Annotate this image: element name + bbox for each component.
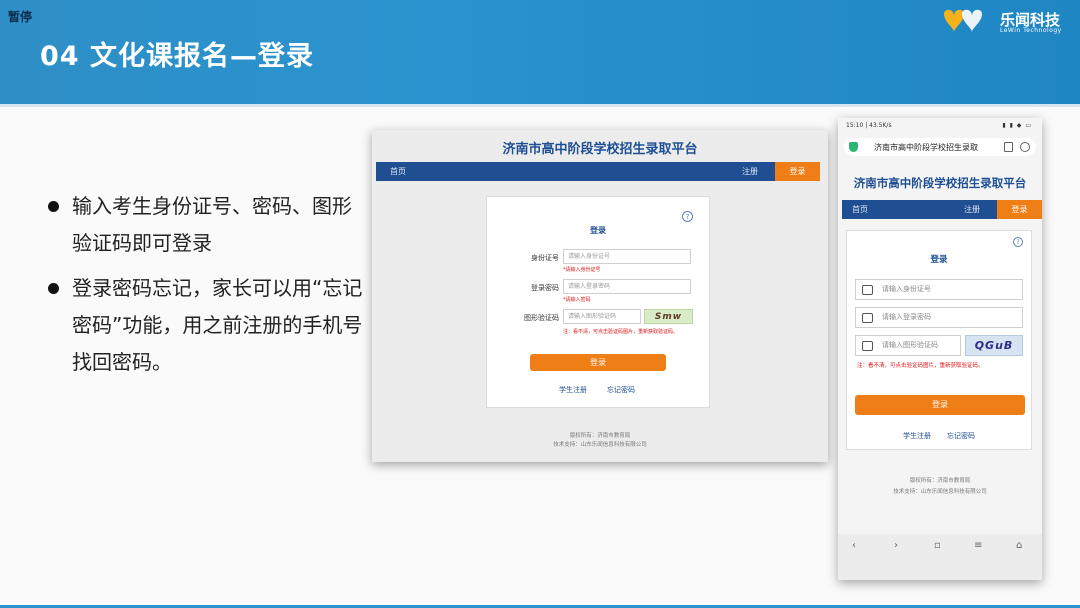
student-register-link[interactable]: 学生注册 — [903, 431, 931, 441]
password-row: 登录密码 请输入登录密码 *请输入密码 — [487, 279, 709, 303]
company-logo: 乐闻科技 LeWin Technology — [940, 8, 1070, 38]
password-placeholder: 请输入登录密码 — [882, 313, 931, 321]
home-icon[interactable]: ⌂ — [1016, 540, 1022, 551]
mobile-footer: 版权所有：济南市教育局 技术支持：山东乐闻信息科技有限公司 — [838, 476, 1042, 498]
bullet-text: 输入考生身份证号、密码、图形验证码即可登录 — [72, 194, 352, 255]
login-button[interactable]: 登录 — [855, 395, 1025, 415]
nav-register[interactable]: 注册 — [964, 204, 980, 215]
captcha-image[interactable]: Smw — [644, 309, 693, 324]
captcha-note: 注：看不清，可点击验证码图片，重新获取验证码。 — [563, 329, 679, 335]
logo-subtitle: LeWin Technology — [1000, 27, 1062, 34]
bullet-dot-icon — [48, 283, 59, 294]
nav-home[interactable]: 首页 — [390, 166, 406, 177]
url-bar[interactable]: 济南市高中阶段学校招生录取 — [844, 138, 1036, 156]
nav-home[interactable]: 首页 — [852, 204, 868, 215]
login-card-title: 登录 — [590, 226, 606, 235]
forgot-password-link[interactable]: 忘记密码 — [607, 385, 635, 395]
footer-copyright: 版权所有：济南市教育局 — [909, 478, 971, 484]
tabs-icon[interactable]: ▫ — [934, 540, 941, 551]
shield-check-icon — [862, 341, 873, 351]
id-number-row: 身份证号 请输入身份证号 *请输入身份证号 — [487, 249, 709, 273]
desktop-screenshot: 济南市高中阶段学校招生录取平台 首页 注册 登录 ? 登录 身份证号 请输入身份… — [372, 130, 828, 462]
mobile-screenshot: 15:10 | 43.5K/s ▮ ▮ ◆ ▭ 济南市高中阶段学校招生录取 济南… — [838, 118, 1042, 580]
status-icons: ▮ ▮ ◆ ▭ — [1002, 122, 1032, 129]
header-divider — [0, 104, 1080, 107]
bullet-text: 登录密码忘记，家长可以用“忘记密码”功能，用之前注册的手机号找回密码。 — [72, 276, 363, 374]
slide: 暂停 04 文化课报名—登录 乐闻科技 LeWin Technology 输入考… — [0, 0, 1080, 608]
id-number-input[interactable]: 请输入身份证号 — [563, 249, 691, 264]
nav-register[interactable]: 注册 — [742, 166, 758, 177]
refresh-icon[interactable] — [1020, 142, 1030, 152]
desktop-page-title: 济南市高中阶段学校招生录取平台 — [502, 142, 698, 157]
bullet-list: 输入考生身份证号、密码、图形验证码即可登录 登录密码忘记，家长可以用“忘记密码”… — [46, 188, 366, 389]
help-icon[interactable]: ? — [682, 211, 693, 222]
pause-label[interactable]: 暂停 — [8, 8, 32, 25]
login-button[interactable]: 登录 — [530, 354, 666, 371]
password-input[interactable]: 请输入登录密码 — [563, 279, 691, 294]
password-label: 登录密码 — [531, 284, 559, 292]
slide-title: 04 文化课报名—登录 — [40, 41, 314, 72]
menu-icon[interactable]: ≡ — [974, 540, 982, 551]
back-icon[interactable]: ‹ — [852, 540, 856, 551]
captcha-label: 图形验证码 — [524, 314, 559, 322]
bullet-item: 输入考生身份证号、密码、图形验证码即可登录 — [46, 188, 366, 262]
footer-support: 技术支持：山东乐闻信息科技有限公司 — [553, 442, 647, 448]
slide-header: 暂停 04 文化课报名—登录 乐闻科技 LeWin Technology — [0, 0, 1080, 104]
forgot-password-link[interactable]: 忘记密码 — [947, 431, 975, 441]
desktop-login-card: ? 登录 身份证号 请输入身份证号 *请输入身份证号 登录密码 请输入登录密码 … — [486, 196, 710, 408]
mobile-navbar: 首页 注册 登录 — [842, 200, 1042, 219]
bullet-item: 登录密码忘记，家长可以用“忘记密码”功能，用之前注册的手机号找回密码。 — [46, 270, 366, 381]
captcha-row: 图形验证码 请输入图形验证码 Smw 注：看不清，可点击验证码图片，重新获取验证… — [487, 309, 709, 335]
login-card-title: 登录 — [930, 255, 948, 265]
forward-icon[interactable]: › — [894, 540, 898, 551]
captcha-input[interactable]: 请输入图形验证码 — [563, 309, 641, 324]
shield-icon — [849, 142, 858, 152]
help-icon[interactable]: ? — [1013, 237, 1023, 247]
mobile-login-card: ? 登录 请输入身份证号 请输入登录密码 请输入图形验证码 QGuB 注：看不清… — [846, 230, 1032, 450]
password-error: *请输入密码 — [563, 297, 591, 303]
student-register-link[interactable]: 学生注册 — [559, 385, 587, 395]
nav-login[interactable]: 登录 — [997, 200, 1042, 219]
id-number-input[interactable]: 请输入身份证号 — [855, 279, 1023, 300]
mobile-page-title: 济南市高中阶段学校招生录取平台 — [853, 176, 1027, 190]
footer-copyright: 版权所有：济南市教育局 — [569, 433, 631, 439]
lock-icon — [862, 313, 873, 323]
id-number-error: *请输入身份证号 — [563, 267, 601, 273]
desktop-navbar: 首页 注册 登录 — [376, 162, 820, 181]
captcha-input[interactable]: 请输入图形验证码 — [855, 335, 961, 356]
captcha-image[interactable]: QGuB — [965, 335, 1023, 356]
captcha-placeholder: 请输入图形验证码 — [882, 341, 938, 349]
id-number-label: 身份证号 — [531, 254, 559, 262]
status-time: 15:10 | 43.5K/s — [846, 122, 892, 129]
bullet-dot-icon — [48, 201, 59, 212]
heart-logo-icon — [944, 9, 982, 33]
id-card-icon — [862, 285, 873, 295]
nav-login[interactable]: 登录 — [775, 162, 820, 181]
captcha-note: 注：看不清，可点击验证码图片，重新获取验证码。 — [857, 363, 984, 369]
id-number-placeholder: 请输入身份证号 — [882, 285, 931, 293]
desktop-footer: 版权所有：济南市教育局 技术支持：山东乐闻信息科技有限公司 — [372, 432, 828, 450]
url-text[interactable]: 济南市高中阶段学校招生录取 — [874, 142, 992, 153]
browser-bottom-bar: ‹ › ▫ ≡ ⌂ — [838, 534, 1042, 580]
footer-support: 技术支持：山东乐闻信息科技有限公司 — [893, 489, 987, 495]
password-input[interactable]: 请输入登录密码 — [855, 307, 1023, 328]
bookmark-icon[interactable] — [1004, 142, 1013, 152]
